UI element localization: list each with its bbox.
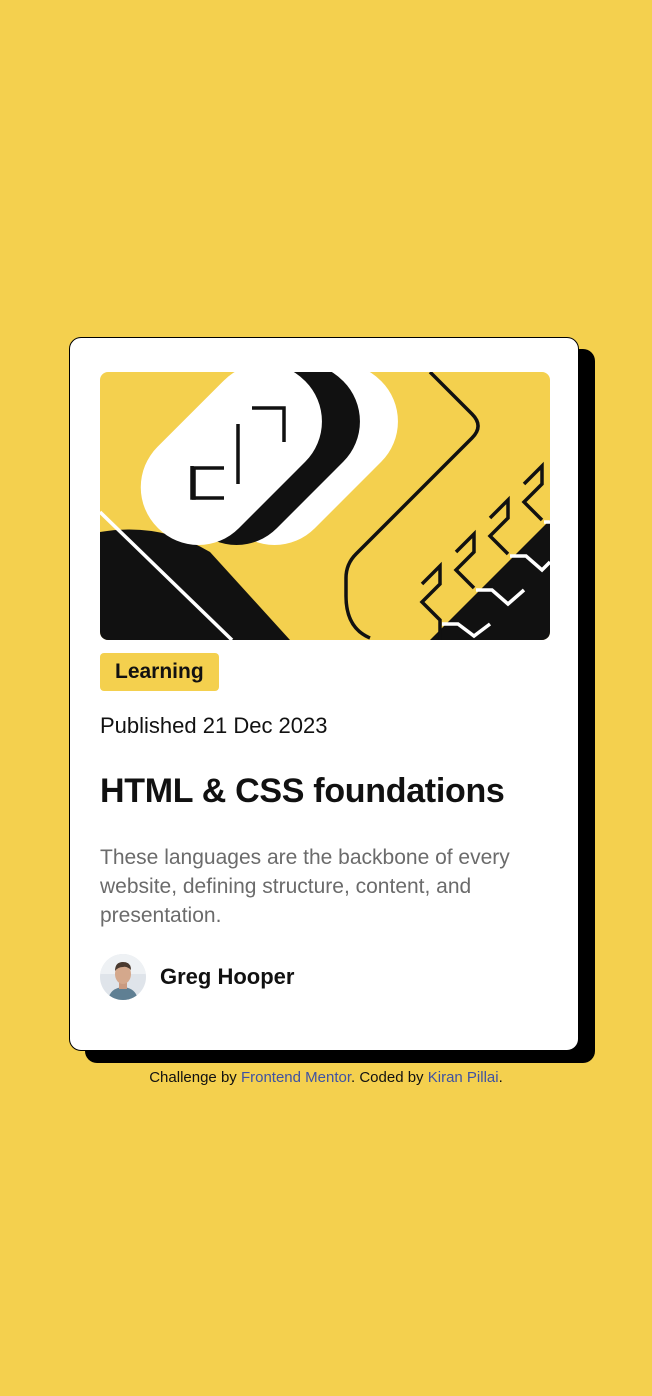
author-name: Greg Hooper [160,964,295,989]
author-link[interactable]: Kiran Pillai [428,1069,499,1086]
article-title[interactable]: HTML & CSS foundations [100,768,505,814]
category-tag: Learning [100,653,219,691]
frontend-mentor-link[interactable]: Frontend Mentor [241,1069,351,1086]
attribution-prefix: Challenge by [149,1069,241,1086]
author: Greg Hooper [100,954,294,1000]
article-description: These languages are the backbone of ever… [100,846,510,927]
blog-preview-card: Learning Published 21 Dec 2023 HTML & CS… [69,337,579,1051]
attribution-middle: . Coded by [351,1069,428,1086]
avatar-image [100,954,146,1000]
attribution: Challenge by Frontend Mentor. Coded by K… [0,1068,652,1088]
attribution-suffix: . [498,1069,503,1086]
publish-date: Published 21 Dec 2023 [100,713,328,738]
illustration-article-image [100,372,550,640]
